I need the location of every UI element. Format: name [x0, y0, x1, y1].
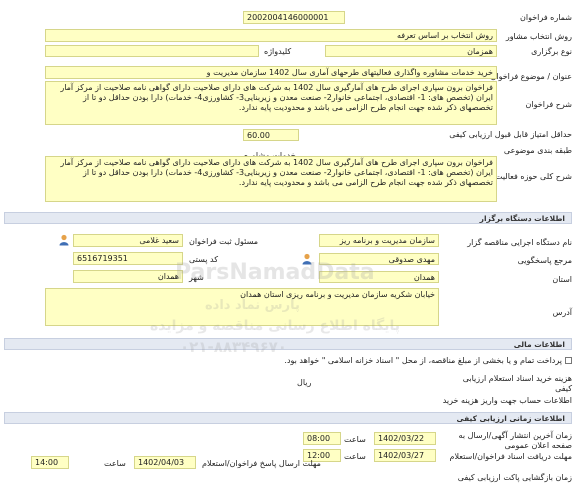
category-label: طبقه بندی موضوعی: [503, 146, 572, 155]
tender-type-label: نوع برگزاری: [531, 47, 572, 56]
payment-note: پرداخت تمام و یا بخشی از مبلغ مناقصه، از…: [284, 356, 562, 365]
doc-fee-label: هزینه خرید اسناد استعلام ارزیابی کیفی: [462, 374, 572, 393]
city-label: شهر: [189, 273, 204, 282]
receive-date-field[interactable]: 1402/03/27: [374, 449, 436, 462]
reference-label: مرجع پاسخگویی: [517, 256, 572, 265]
person-icon[interactable]: [58, 234, 70, 246]
send-label: مهلت ارسال پاسخ فراخوان/استعلام: [202, 459, 321, 468]
opening-time-label: زمان بازگشایی پاکت ارزیابی کیفی: [457, 473, 572, 482]
postal-field[interactable]: 6516719351: [73, 252, 183, 265]
consultant-method-field[interactable]: روش انتخاب بر اساس تعرفه: [45, 29, 497, 42]
org-name-label: نام دستگاه اجرایی مناقصه گزار: [467, 238, 572, 247]
description-label: شرح فراخوان: [525, 100, 572, 109]
section-header-financial: اطلاعات مالی: [4, 338, 572, 350]
publish-date-field[interactable]: 1402/03/22: [374, 432, 436, 445]
address-textarea[interactable]: خیابان شکریه سازمان مدیریت و برنامه ریزی…: [45, 288, 439, 326]
receive-label: مهلت دریافت اسناد فراخوان/استعلام: [449, 452, 572, 461]
publish-time-label: ساعت: [344, 435, 366, 444]
registrar-field[interactable]: سعید غلامی: [73, 234, 183, 247]
publish-label: زمان آخرین انتشار آگهی/ارسال به صفحه اعل…: [458, 431, 572, 450]
account-info-label: اطلاعات حساب جهت واریز هزینه خرید: [442, 396, 572, 405]
postal-label: کد پستی: [189, 255, 218, 264]
send-date-field[interactable]: 1402/04/03: [134, 456, 196, 469]
send-time-field[interactable]: 14:00: [31, 456, 69, 469]
section-header-timing: اطلاعات زمانی ارزیابی کیفی: [4, 412, 572, 424]
description-textarea[interactable]: فراخوان برون سپاری اجرای طرح های آمارگیر…: [45, 81, 497, 125]
title-field[interactable]: خرید خدمات مشاوره واگذاری فعالیتهای طرحه…: [45, 66, 497, 79]
section-header-organizer: اطلاعات دستگاه برگزار: [4, 212, 572, 224]
registrar-label: مسئول ثبت فراخوان: [189, 237, 258, 246]
tender-number-label: شماره فراخوان: [520, 13, 572, 22]
consultant-method-label: روش انتخاب مشاور: [505, 32, 572, 41]
scope-label: شرح کلی حوزه فعالیت: [495, 172, 572, 181]
min-score-field[interactable]: 60.00: [243, 129, 299, 141]
org-name-field[interactable]: سازمان مدیریت و برنامه ریز: [319, 234, 439, 247]
scope-textarea[interactable]: فراخوان برون سپاری اجرای طرح های آمارگیر…: [45, 156, 497, 202]
tender-type-field[interactable]: همزمان: [325, 45, 497, 57]
treasury-checkbox[interactable]: [565, 357, 572, 364]
title-label: عنوان / موضوع فراخوان: [490, 72, 573, 81]
tender-number-field[interactable]: 2002004146000001: [243, 11, 345, 24]
min-score-label: حداقل امتیاز قابل قبول ارزیابی کیفی: [449, 130, 572, 139]
publish-time-field[interactable]: 08:00: [303, 432, 341, 445]
city-field[interactable]: همدان: [73, 270, 183, 283]
doc-fee-unit: ریال: [297, 378, 312, 387]
keyword-field[interactable]: [45, 45, 259, 57]
province-label: استان: [552, 275, 572, 284]
province-field[interactable]: همدان: [319, 271, 439, 283]
receive-time-label: ساعت: [344, 452, 366, 461]
keyword-label: کلیدواژه: [264, 47, 292, 56]
send-time-label: ساعت: [104, 459, 126, 468]
person-icon[interactable]: [301, 253, 313, 265]
address-label: آدرس: [552, 308, 572, 317]
reference-field[interactable]: مهدی صدوقی: [319, 253, 439, 265]
